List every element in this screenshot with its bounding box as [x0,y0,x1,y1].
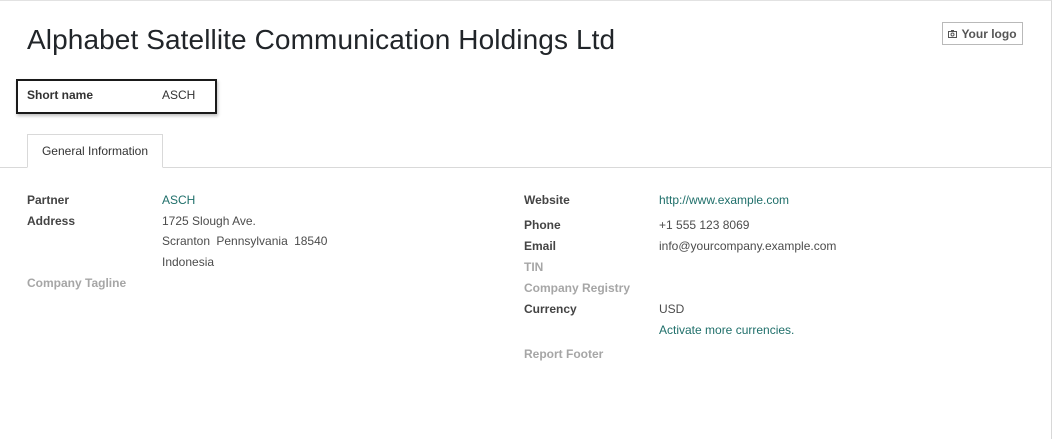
company-tagline-field[interactable] [162,276,462,290]
company-registry-label: Company Registry [524,281,631,295]
address-country[interactable]: Indonesia [162,255,214,269]
email-field[interactable]: info@yourcompany.example.com [659,239,836,253]
tin-field[interactable] [659,260,959,274]
website-label: Website [524,193,570,207]
currency-field[interactable]: USD [659,302,684,316]
website-link[interactable]: http://www.example.com [659,193,789,207]
currency-label: Currency [524,302,577,316]
company-name-title[interactable]: Alphabet Satellite Communication Holding… [27,24,615,56]
camera-icon [948,29,958,38]
logo-upload-button[interactable]: Your logo [942,22,1023,45]
tab-general-information[interactable]: General Information [27,134,163,168]
address-label: Address [27,214,76,228]
address-street[interactable]: 1725 Slough Ave. [162,214,256,228]
tab-label: General Information [41,144,149,158]
report-footer-field[interactable] [659,347,959,361]
report-footer-label: Report Footer [524,347,604,361]
short-name-field[interactable]: ASCH [162,88,195,102]
phone-label: Phone [524,218,561,232]
phone-field[interactable]: +1 555 123 8069 [659,218,749,232]
partner-link[interactable]: ASCH [162,193,195,207]
activate-currencies-link[interactable]: Activate more currencies. [659,323,794,337]
company-registry-field[interactable] [659,281,959,295]
tin-label: TIN [524,260,544,274]
logo-button-label: Your logo [961,26,1017,41]
short-name-label: Short name [27,88,94,102]
company-tagline-label: Company Tagline [27,276,127,290]
email-label: Email [524,239,557,253]
partner-label: Partner [27,193,70,207]
address-city-state-zip[interactable]: Scranton Pennsylvania 18540 [162,234,327,248]
